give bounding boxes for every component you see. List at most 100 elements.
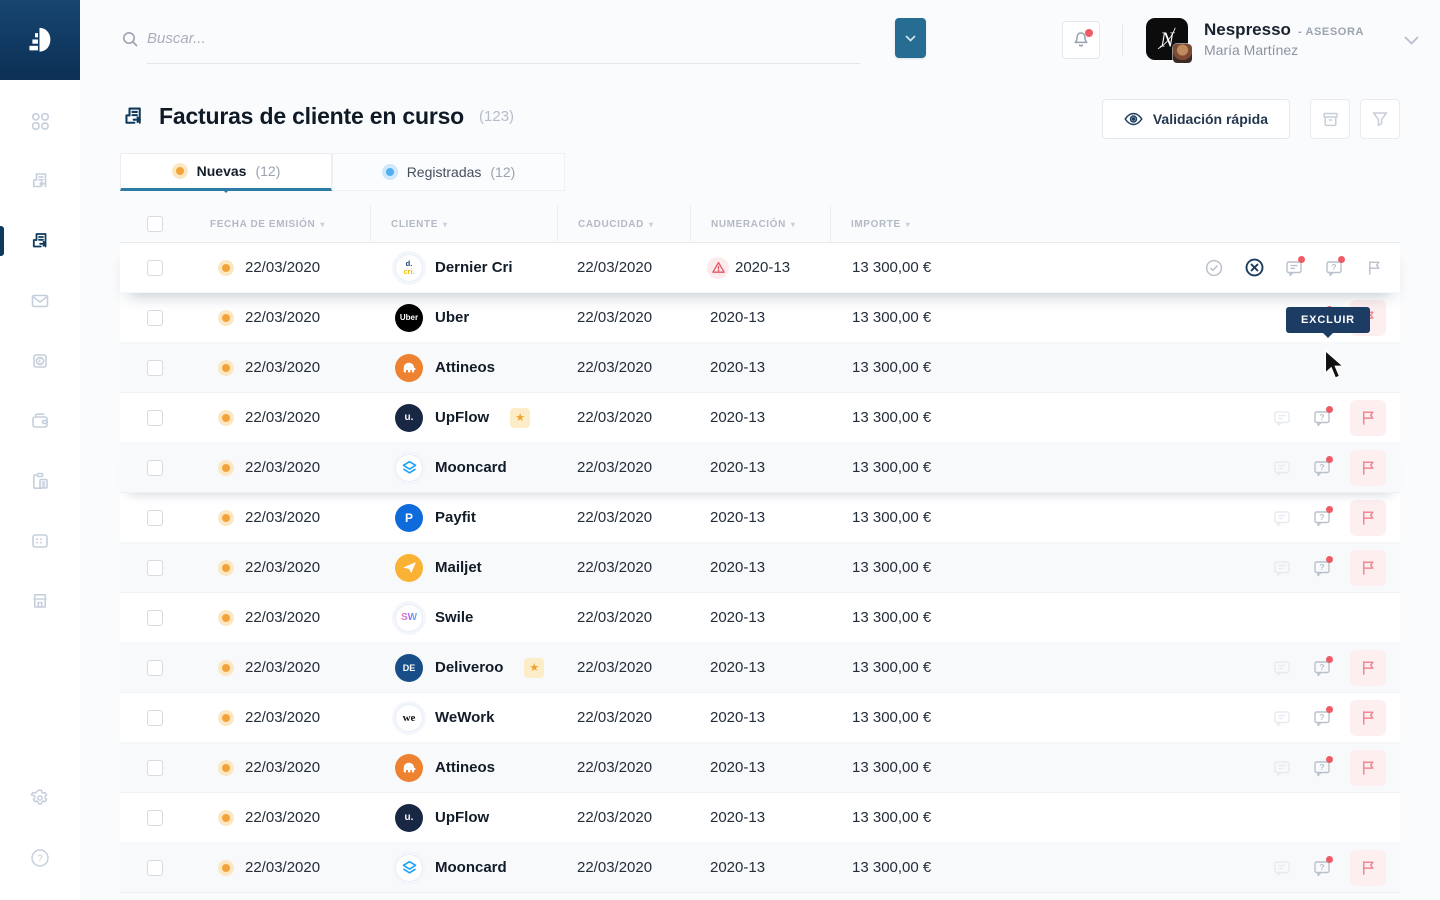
table-row[interactable]: 22/03/2020 Attineos 22/03/2020 2020-13 1… [120,343,1400,393]
column-header-caducidad[interactable]: CADUCIDAD▾ [557,205,690,243]
numeration: 2020-13 [710,759,765,776]
flag-button[interactable] [1350,650,1386,686]
emission-date: 22/03/2020 [245,459,320,476]
flag-icon[interactable] [1362,256,1386,280]
row-checkbox[interactable] [147,260,163,276]
note-icon[interactable] [1270,756,1294,780]
sidebar-item-accounting[interactable] [0,451,80,511]
table-row[interactable]: 22/03/2020 Mooncard 22/03/2020 2020-13 1… [120,843,1400,893]
column-header-cliente[interactable]: CLIENTE▾ [370,205,557,243]
tabs: Nuevas (12) Registradas (12) [120,153,565,191]
attineos-elephant-icon [401,759,418,776]
quick-validation-button[interactable]: Validación rápida [1102,99,1290,139]
note-icon[interactable] [1270,656,1294,680]
row-checkbox[interactable] [147,360,163,376]
tab-registradas[interactable]: Registradas (12) [332,153,565,191]
note-icon[interactable] [1270,406,1294,430]
client-name: Uber [435,309,469,326]
note-icon[interactable] [1270,706,1294,730]
question-icon[interactable]: ? [1310,656,1334,680]
question-icon[interactable]: ? [1310,506,1334,530]
flag-button[interactable] [1350,550,1386,586]
question-icon[interactable]: ? [1310,456,1334,480]
filter-button[interactable] [1360,99,1400,139]
search-input[interactable] [147,28,860,64]
row-checkbox[interactable] [147,560,163,576]
table-row[interactable]: 22/03/2020 u. UpFlow 22/03/2020 2020-13 … [120,793,1400,843]
flag-button[interactable] [1350,850,1386,886]
sidebar-item-customer-invoices[interactable] [0,211,80,271]
sidebar-item-settings[interactable] [0,768,80,828]
question-icon[interactable]: ? [1322,256,1346,280]
question-icon[interactable]: ? [1310,756,1334,780]
question-icon[interactable]: ? [1310,406,1334,430]
svg-text:?: ? [1319,462,1324,472]
notifications-button[interactable] [1062,21,1100,59]
flag-button[interactable] [1350,400,1386,436]
table-row[interactable]: 22/03/2020 Uber Uber 22/03/2020 2020-13 … [120,293,1400,343]
note-icon[interactable] [1270,856,1294,880]
row-checkbox[interactable] [147,460,163,476]
table-row[interactable]: 22/03/2020 P Payfit 22/03/2020 2020-13 1… [120,493,1400,543]
column-header-importe[interactable]: IMPORTE▾ [830,205,940,243]
table-row[interactable]: 22/03/2020 Attineos 22/03/2020 2020-13 1… [120,743,1400,793]
note-icon[interactable] [1282,256,1306,280]
row-checkbox[interactable] [147,310,163,326]
flag-button[interactable] [1350,500,1386,536]
table-row[interactable]: 22/03/2020 d.cri. Dernier Cri 22/03/2020… [120,243,1400,293]
eye-icon [1124,112,1143,126]
sidebar-item-help[interactable]: ? [0,828,80,888]
table-row[interactable]: 22/03/2020 Mooncard 22/03/2020 2020-13 1… [120,443,1400,493]
tooltip-excluir: EXCLUIR [1286,307,1370,333]
row-checkbox[interactable] [147,860,163,876]
note-icon[interactable] [1270,556,1294,580]
table-row[interactable]: 22/03/2020 DE Deliveroo ★ 22/03/2020 202… [120,643,1400,693]
sidebar-item-mail[interactable] [0,271,80,331]
table-row[interactable]: 22/03/2020 SW Swile 22/03/2020 2020-13 1… [120,593,1400,643]
row-checkbox[interactable] [147,610,163,626]
column-header-fecha[interactable]: FECHA DE EMISIÓN▾ [190,205,370,243]
account-chevron[interactable] [1404,32,1419,50]
sidebar-item-store[interactable] [0,571,80,631]
search-bar [121,28,860,64]
add-button[interactable]: Añadir [895,18,926,58]
question-badge [1326,706,1333,713]
question-icon[interactable]: ? [1310,706,1334,730]
table-row[interactable]: 22/03/2020 Mailjet 22/03/2020 2020-13 13… [120,543,1400,593]
question-icon[interactable]: ? [1310,856,1334,880]
select-all-checkbox[interactable] [147,216,163,232]
table-row[interactable]: 22/03/2020 u. UpFlow ★ 22/03/2020 2020-1… [120,393,1400,443]
note-icon[interactable] [1270,456,1294,480]
validate-icon[interactable] [1202,256,1226,280]
row-checkbox[interactable] [147,660,163,676]
table-row[interactable]: 22/03/2020 we WeWork 22/03/2020 2020-13 … [120,693,1400,743]
app-logo[interactable] [0,0,80,80]
row-checkbox[interactable] [147,810,163,826]
status-dot-new [218,710,234,726]
flag-button[interactable] [1350,450,1386,486]
flag-button[interactable] [1350,700,1386,736]
sidebar-item-cash-register[interactable]: € [0,331,80,391]
note-icon[interactable] [1270,506,1294,530]
svg-text:?: ? [1319,712,1324,722]
question-badge [1326,506,1333,513]
archive-button[interactable] [1310,99,1350,139]
sidebar-item-table[interactable] [0,511,80,571]
account-texts: Nespresso - ASESORA María Martínez [1204,18,1364,60]
row-checkbox[interactable] [147,510,163,526]
dashboard-icon [29,110,51,132]
client-name: Swile [435,609,473,626]
sidebar-item-supplier-invoices[interactable] [0,151,80,211]
sidebar-item-wallet[interactable] [0,391,80,451]
column-header-numeracion[interactable]: NUMERACIÓN▾ [690,205,830,243]
row-checkbox[interactable] [147,710,163,726]
tab-nuevas[interactable]: Nuevas (12) [120,153,332,191]
question-icon[interactable]: ? [1310,556,1334,580]
exclude-icon[interactable] [1242,256,1266,280]
row-checkbox[interactable] [147,410,163,426]
row-checkbox[interactable] [147,760,163,776]
sidebar-item-dashboard[interactable] [0,91,80,151]
add-button-dropdown[interactable] [895,18,926,58]
flag-button[interactable] [1350,750,1386,786]
account-menu[interactable]: N Nespresso - ASESORA María Martínez [1146,18,1364,60]
